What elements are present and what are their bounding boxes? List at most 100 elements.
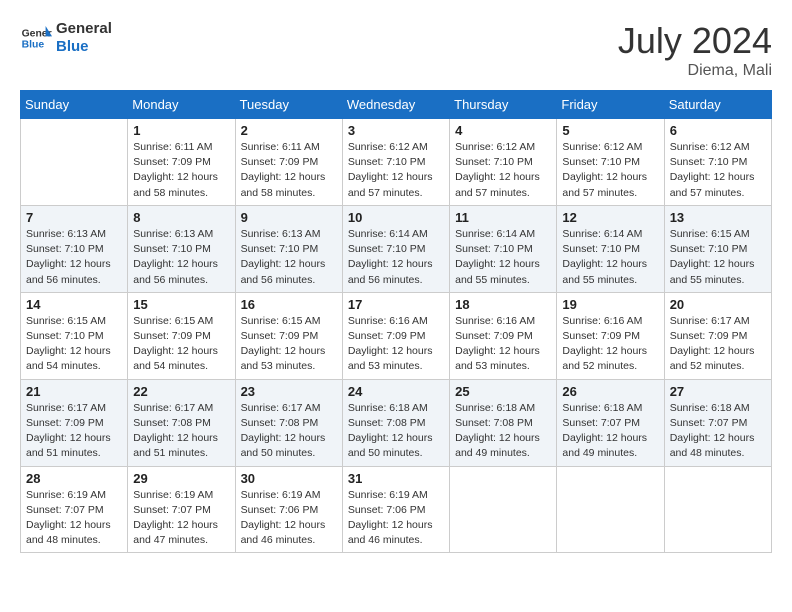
day-info: Sunrise: 6:16 AMSunset: 7:09 PMDaylight:… [455, 314, 551, 375]
calendar-cell: 16 Sunrise: 6:15 AMSunset: 7:09 PMDayligh… [235, 292, 342, 379]
day-info: Sunrise: 6:13 AMSunset: 7:10 PMDaylight:… [26, 227, 122, 288]
day-info: Sunrise: 6:13 AMSunset: 7:10 PMDaylight:… [133, 227, 229, 288]
day-number: 19 [562, 297, 658, 312]
logo-general-text: General [56, 20, 112, 38]
day-info: Sunrise: 6:19 AMSunset: 7:06 PMDaylight:… [241, 488, 337, 549]
day-number: 30 [241, 471, 337, 486]
day-number: 27 [670, 384, 766, 399]
day-info: Sunrise: 6:14 AMSunset: 7:10 PMDaylight:… [562, 227, 658, 288]
page-header: General Blue General Blue July 2024 Diem… [20, 20, 772, 80]
calendar-cell: 26 Sunrise: 6:18 AMSunset: 7:07 PMDayligh… [557, 379, 664, 466]
day-info: Sunrise: 6:12 AMSunset: 7:10 PMDaylight:… [562, 140, 658, 201]
day-info: Sunrise: 6:15 AMSunset: 7:09 PMDaylight:… [241, 314, 337, 375]
day-number: 28 [26, 471, 122, 486]
day-number: 15 [133, 297, 229, 312]
day-info: Sunrise: 6:16 AMSunset: 7:09 PMDaylight:… [348, 314, 444, 375]
weekday-header: Tuesday [235, 91, 342, 119]
day-info: Sunrise: 6:19 AMSunset: 7:06 PMDaylight:… [348, 488, 444, 549]
weekday-header: Thursday [450, 91, 557, 119]
day-info: Sunrise: 6:15 AMSunset: 7:10 PMDaylight:… [670, 227, 766, 288]
logo-blue-text: Blue [56, 38, 112, 56]
day-number: 8 [133, 210, 229, 225]
month-title: July 2024 [618, 20, 772, 62]
day-number: 17 [348, 297, 444, 312]
calendar-cell: 13 Sunrise: 6:15 AMSunset: 7:10 PMDayligh… [664, 205, 771, 292]
day-number: 9 [241, 210, 337, 225]
day-number: 3 [348, 123, 444, 138]
location: Diema, Mali [618, 62, 772, 80]
calendar-week-row: 14 Sunrise: 6:15 AMSunset: 7:10 PMDayligh… [21, 292, 772, 379]
day-number: 4 [455, 123, 551, 138]
weekday-header: Sunday [21, 91, 128, 119]
weekday-header-row: SundayMondayTuesdayWednesdayThursdayFrid… [21, 91, 772, 119]
calendar-week-row: 21 Sunrise: 6:17 AMSunset: 7:09 PMDayligh… [21, 379, 772, 466]
calendar-cell: 2 Sunrise: 6:11 AMSunset: 7:09 PMDaylight… [235, 119, 342, 206]
day-number: 18 [455, 297, 551, 312]
day-info: Sunrise: 6:11 AMSunset: 7:09 PMDaylight:… [241, 140, 337, 201]
calendar-cell: 5Sunrise: 6:12 AMSunset: 7:10 PMDaylight… [557, 119, 664, 206]
calendar-week-row: 7 Sunrise: 6:13 AMSunset: 7:10 PMDaylight… [21, 205, 772, 292]
day-info: Sunrise: 6:17 AMSunset: 7:09 PMDaylight:… [670, 314, 766, 375]
day-number: 21 [26, 384, 122, 399]
day-info: Sunrise: 6:15 AMSunset: 7:09 PMDaylight:… [133, 314, 229, 375]
day-info: Sunrise: 6:18 AMSunset: 7:07 PMDaylight:… [670, 401, 766, 462]
day-number: 25 [455, 384, 551, 399]
day-info: Sunrise: 6:12 AMSunset: 7:10 PMDaylight:… [670, 140, 766, 201]
day-number: 11 [455, 210, 551, 225]
calendar-cell [21, 119, 128, 206]
calendar-cell: 8 Sunrise: 6:13 AMSunset: 7:10 PMDaylight… [128, 205, 235, 292]
calendar-cell [450, 466, 557, 553]
day-info: Sunrise: 6:16 AMSunset: 7:09 PMDaylight:… [562, 314, 658, 375]
day-info: Sunrise: 6:11 AMSunset: 7:09 PMDaylight:… [133, 140, 229, 201]
day-info: Sunrise: 6:17 AMSunset: 7:08 PMDaylight:… [133, 401, 229, 462]
day-info: Sunrise: 6:13 AMSunset: 7:10 PMDaylight:… [241, 227, 337, 288]
calendar-cell: 14 Sunrise: 6:15 AMSunset: 7:10 PMDayligh… [21, 292, 128, 379]
day-number: 26 [562, 384, 658, 399]
day-number: 1 [133, 123, 229, 138]
day-number: 22 [133, 384, 229, 399]
calendar-cell: 10 Sunrise: 6:14 AMSunset: 7:10 PMDayligh… [342, 205, 449, 292]
calendar-cell: 20Sunrise: 6:17 AMSunset: 7:09 PMDayligh… [664, 292, 771, 379]
weekday-header: Wednesday [342, 91, 449, 119]
calendar-cell: 21 Sunrise: 6:17 AMSunset: 7:09 PMDayligh… [21, 379, 128, 466]
calendar-cell: 18 Sunrise: 6:16 AMSunset: 7:09 PMDayligh… [450, 292, 557, 379]
day-info: Sunrise: 6:18 AMSunset: 7:07 PMDaylight:… [562, 401, 658, 462]
calendar-cell: 22 Sunrise: 6:17 AMSunset: 7:08 PMDayligh… [128, 379, 235, 466]
day-number: 10 [348, 210, 444, 225]
calendar-cell: 1 Sunrise: 6:11 AMSunset: 7:09 PMDaylight… [128, 119, 235, 206]
calendar-cell: 28 Sunrise: 6:19 AMSunset: 7:07 PMDayligh… [21, 466, 128, 553]
day-number: 24 [348, 384, 444, 399]
calendar-cell: 15 Sunrise: 6:15 AMSunset: 7:09 PMDayligh… [128, 292, 235, 379]
calendar-cell: 7 Sunrise: 6:13 AMSunset: 7:10 PMDaylight… [21, 205, 128, 292]
calendar-cell: 9 Sunrise: 6:13 AMSunset: 7:10 PMDaylight… [235, 205, 342, 292]
day-number: 13 [670, 210, 766, 225]
calendar-cell: 30 Sunrise: 6:19 AMSunset: 7:06 PMDayligh… [235, 466, 342, 553]
day-number: 14 [26, 297, 122, 312]
day-number: 2 [241, 123, 337, 138]
calendar-cell: 6Sunrise: 6:12 AMSunset: 7:10 PMDaylight… [664, 119, 771, 206]
calendar-cell: 24 Sunrise: 6:18 AMSunset: 7:08 PMDayligh… [342, 379, 449, 466]
weekday-header: Monday [128, 91, 235, 119]
day-info: Sunrise: 6:14 AMSunset: 7:10 PMDaylight:… [455, 227, 551, 288]
day-number: 16 [241, 297, 337, 312]
day-info: Sunrise: 6:15 AMSunset: 7:10 PMDaylight:… [26, 314, 122, 375]
day-info: Sunrise: 6:18 AMSunset: 7:08 PMDaylight:… [348, 401, 444, 462]
calendar-table: SundayMondayTuesdayWednesdayThursdayFrid… [20, 90, 772, 553]
calendar-cell: 3Sunrise: 6:12 AMSunset: 7:10 PMDaylight… [342, 119, 449, 206]
calendar-cell: 4Sunrise: 6:12 AMSunset: 7:10 PMDaylight… [450, 119, 557, 206]
title-block: July 2024 Diema, Mali [618, 20, 772, 80]
day-number: 31 [348, 471, 444, 486]
calendar-cell: 27 Sunrise: 6:18 AMSunset: 7:07 PMDayligh… [664, 379, 771, 466]
weekday-header: Friday [557, 91, 664, 119]
day-info: Sunrise: 6:19 AMSunset: 7:07 PMDaylight:… [133, 488, 229, 549]
day-number: 12 [562, 210, 658, 225]
day-info: Sunrise: 6:19 AMSunset: 7:07 PMDaylight:… [26, 488, 122, 549]
day-number: 23 [241, 384, 337, 399]
day-info: Sunrise: 6:17 AMSunset: 7:09 PMDaylight:… [26, 401, 122, 462]
calendar-cell: 11 Sunrise: 6:14 AMSunset: 7:10 PMDayligh… [450, 205, 557, 292]
logo-icon: General Blue [20, 22, 52, 54]
day-info: Sunrise: 6:18 AMSunset: 7:08 PMDaylight:… [455, 401, 551, 462]
day-info: Sunrise: 6:14 AMSunset: 7:10 PMDaylight:… [348, 227, 444, 288]
day-number: 29 [133, 471, 229, 486]
day-number: 7 [26, 210, 122, 225]
